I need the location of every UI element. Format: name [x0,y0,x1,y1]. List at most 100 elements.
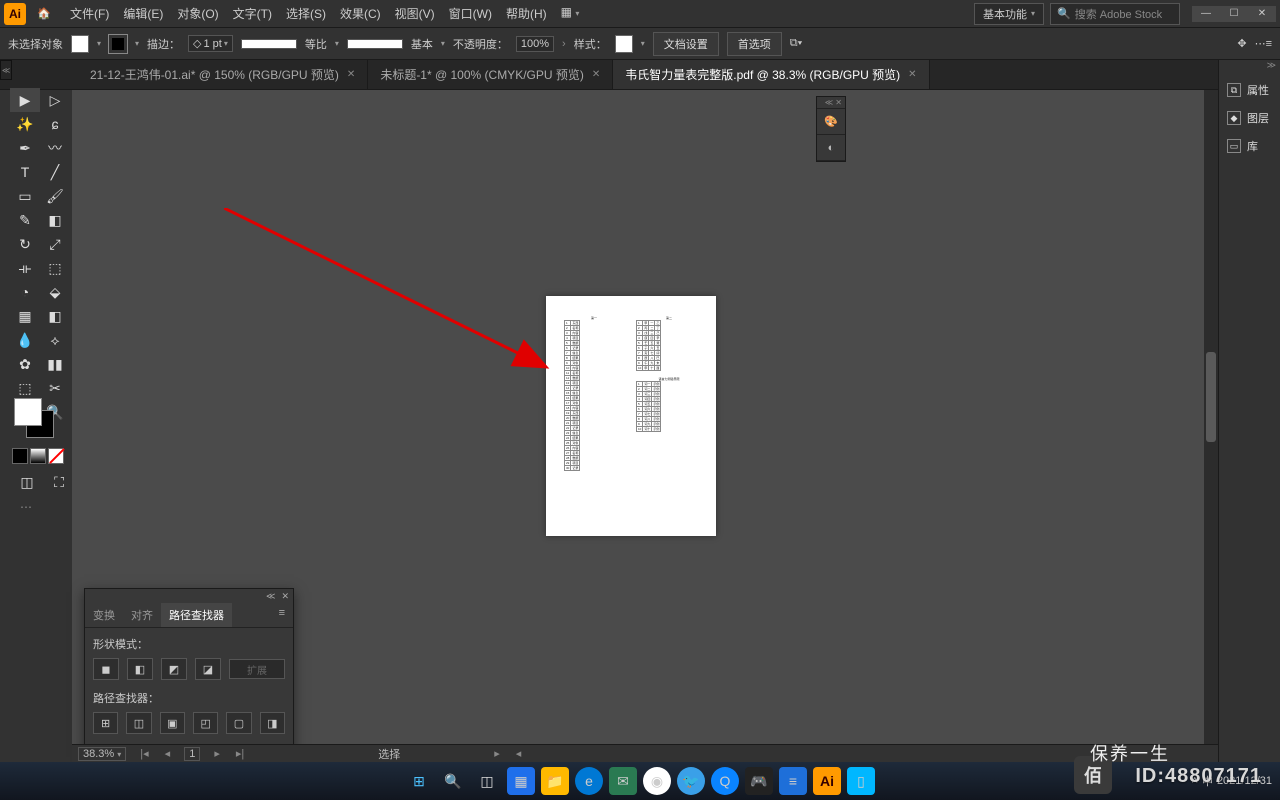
adobe-stock-search[interactable]: 🔍 搜索 Adobe Stock [1050,3,1180,25]
eraser-tool[interactable]: ◧ [40,208,70,232]
trim-button[interactable]: ◫ [126,712,151,734]
color-mode-none[interactable] [48,448,64,464]
layers-panel-button[interactable]: ◆图层 [1219,104,1280,132]
menu-window[interactable]: 窗口(W) [443,1,498,26]
rectangle-tool[interactable]: ▭ [10,184,40,208]
floating-panel-strip[interactable]: ≪ ✕ 🎨 ◐ [816,96,846,162]
close-tab-icon[interactable]: ✕ [347,69,355,80]
tray-chevron-icon[interactable]: ˄ [1192,775,1198,787]
preferences-button[interactable]: 首选项 [727,32,782,56]
task-view-button[interactable]: ◫ [473,767,501,795]
slice-tool[interactable]: ✂ [40,376,70,400]
home-button[interactable]: 🏠 [32,2,56,26]
opt-transform-icon[interactable]: ✥ [1237,37,1246,50]
width-tool[interactable]: ⟛ [10,256,40,280]
menu-help[interactable]: 帮助(H) [500,1,553,26]
first-artboard-button[interactable]: |◂ [138,747,150,760]
graph-tool[interactable]: ▮▮ [40,352,70,376]
color-panel-icon[interactable]: 🎨 [817,109,845,135]
color-mode-gradient[interactable] [30,448,46,464]
hscroll-left[interactable]: ▸ [492,747,502,760]
shape-builder-tool[interactable]: ◔ [10,280,40,304]
color-mode-solid[interactable] [12,448,28,464]
app-button-4[interactable]: ≡ [779,767,807,795]
pathfinder-tab[interactable]: 路径查找器 [161,603,232,627]
pen-tool[interactable]: ✒ [10,136,40,160]
app-button-3[interactable]: 🎮 [745,767,773,795]
lasso-tool[interactable]: ɕ [40,112,70,136]
align-tab[interactable]: 对齐 [123,603,161,627]
pathfinder-panel[interactable]: ≪✕ 变换 对齐 路径查找器 ≡ 形状模式： ◼ ◧ ◩ ◪ 扩展 路径查找器：… [84,588,294,753]
brush-definition[interactable] [347,39,403,49]
libraries-panel-button[interactable]: ▭库 [1219,132,1280,160]
gradient-panel-icon[interactable]: ◐ [817,135,845,161]
app-button-2[interactable]: Q [711,767,739,795]
menu-arrange-icon[interactable]: ▦ ▾ [555,1,586,26]
opt-overflow-icon[interactable]: ⋯≡ [1255,37,1272,50]
menu-object[interactable]: 对象(O) [171,1,224,26]
menu-view[interactable]: 视图(V) [389,1,441,26]
float-collapse-icon[interactable]: ≪ ✕ [817,97,845,109]
direct-selection-tool[interactable]: ▷ [40,88,70,112]
menu-select[interactable]: 选择(S) [280,1,332,26]
document-tab-3[interactable]: 韦氏智力量表完整版.pdf @ 38.3% (RGB/GPU 预览)✕ [613,60,929,89]
next-artboard-button[interactable]: ▸ [212,747,222,760]
edit-toolbar-icon[interactable]: ⋯ [20,500,32,514]
app-button-5[interactable]: ▯ [847,767,875,795]
fill-color-icon[interactable] [14,398,42,426]
illustrator-taskbar-button[interactable]: Ai [813,767,841,795]
eyedropper-tool[interactable]: 💧 [10,328,40,352]
last-artboard-button[interactable]: ▸| [234,747,246,760]
panel-collapse-icon[interactable]: ≪ [266,591,275,602]
paintbrush-tool[interactable]: 🖌 [40,184,70,208]
taskbar-date[interactable]: 2021/12/31 [1217,775,1272,787]
stroke-profile[interactable] [241,39,297,49]
document-tab-1[interactable]: 21-12-王鸿伟-01.ai* @ 150% (RGB/GPU 预览)✕ [78,60,368,89]
close-tab-icon[interactable]: ✕ [908,69,916,80]
rotate-tool[interactable]: ↻ [10,232,40,256]
document-tab-2[interactable]: 未标题-1* @ 100% (CMYK/GPU 预览)✕ [368,60,613,89]
mesh-tool[interactable]: ▦ [10,304,40,328]
document-setup-button[interactable]: 文档设置 [653,32,719,56]
type-tool[interactable]: T [10,160,40,184]
minus-back-button[interactable]: ◨ [260,712,285,734]
minimize-button[interactable]: — [1192,6,1220,22]
vertical-scrollbar[interactable] [1204,90,1218,744]
screen-mode-icon[interactable]: ⛶ [44,470,74,494]
menu-type[interactable]: 文字(T) [227,1,278,26]
close-button[interactable]: ✕ [1248,6,1276,22]
scrollbar-thumb[interactable] [1206,352,1216,442]
edge-button[interactable]: e [575,767,603,795]
menu-file[interactable]: 文件(F) [64,1,115,26]
intersect-button[interactable]: ◩ [161,658,187,680]
ime-indicator[interactable]: 中 [1202,773,1213,789]
artboard-tool[interactable]: ⬚ [10,376,40,400]
minus-front-button[interactable]: ◧ [127,658,153,680]
perspective-tool[interactable]: ⬙ [40,280,70,304]
panel-close-icon[interactable]: ✕ [281,591,289,602]
hscroll-right[interactable]: ◂ [514,747,524,760]
selection-tool[interactable]: ▶ [10,88,40,112]
curvature-tool[interactable]: 〰 [40,136,70,160]
artboard-nav-input[interactable]: 1 [184,747,200,761]
mail-button[interactable]: ✉ [609,767,637,795]
crop-button[interactable]: ◰ [193,712,218,734]
right-collapse-toggle[interactable]: ≫ [1219,60,1280,76]
panel-menu-icon[interactable]: ≡ [271,603,293,627]
left-collapse-toggle[interactable]: ≪ [0,60,12,80]
chrome-button[interactable]: ◉ [643,767,671,795]
color-well[interactable] [14,398,54,438]
exclude-button[interactable]: ◪ [195,658,221,680]
explorer-button[interactable]: 📁 [541,767,569,795]
properties-panel-button[interactable]: ⧉属性 [1219,76,1280,104]
outline-button[interactable]: ▢ [226,712,251,734]
graphic-style-swatch[interactable] [615,35,633,53]
line-tool[interactable]: ╱ [40,160,70,184]
shaper-tool[interactable]: ✎ [10,208,40,232]
menu-edit[interactable]: 编辑(E) [117,1,169,26]
maximize-button[interactable]: ☐ [1220,6,1248,22]
taskbar-search[interactable]: 🔍 [439,767,467,795]
widgets-button[interactable]: ▦ [507,767,535,795]
opacity-input[interactable]: 100% [516,36,554,52]
stroke-weight-input[interactable]: ◇ 1 pt ▾ [188,35,233,52]
